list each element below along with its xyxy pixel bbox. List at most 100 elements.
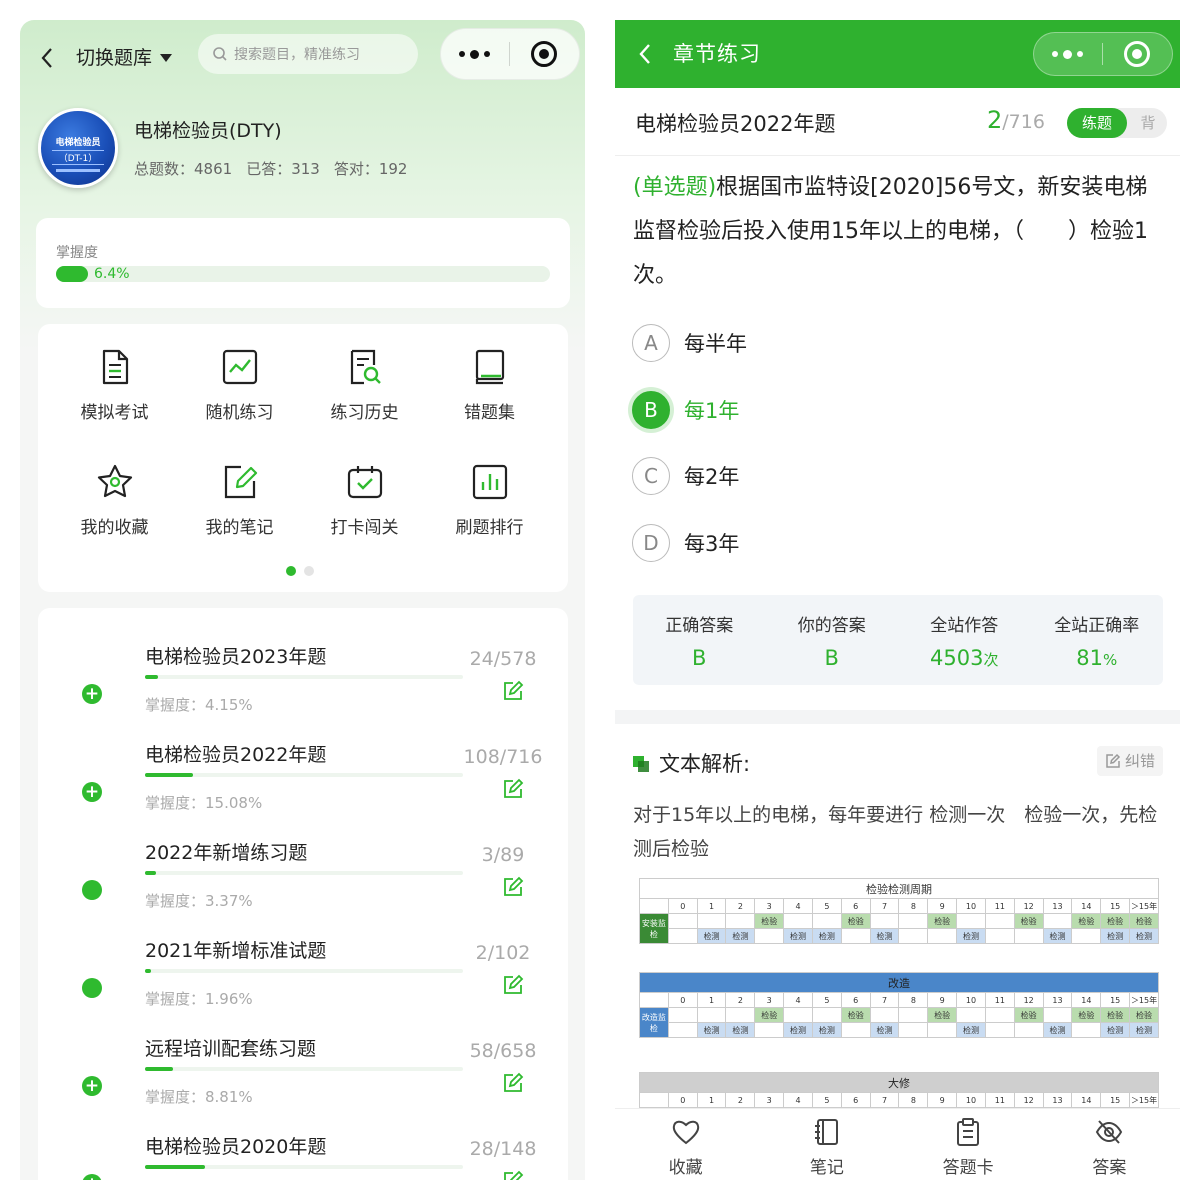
year-cell: 2 bbox=[725, 898, 756, 914]
page-title: 章节练习 bbox=[673, 42, 761, 66]
year-cell: 7 bbox=[869, 898, 900, 914]
inspection-cell: 检验 bbox=[1100, 1007, 1131, 1023]
total-count: /716 bbox=[1002, 111, 1045, 133]
option-a[interactable]: A 每半年 bbox=[632, 321, 1152, 365]
switch-library-button[interactable]: 切换题库 bbox=[76, 42, 173, 74]
search-input[interactable]: 搜索题目，精准练习 bbox=[198, 34, 418, 74]
notebook-icon bbox=[814, 1119, 838, 1145]
detection-cell: 检测 bbox=[1129, 1022, 1159, 1038]
bank-row[interactable]: + 远程培训配套练习题 掌握度：8.81% 58/658 bbox=[38, 1022, 568, 1120]
detection-cell bbox=[754, 1022, 785, 1038]
table-caption-text: 改造 bbox=[888, 976, 910, 990]
report-error-button[interactable]: 纠错 bbox=[1097, 746, 1163, 776]
logo-text-1: 电梯检验员 bbox=[55, 138, 101, 148]
miniprogram-capsule bbox=[440, 28, 580, 80]
detection-cell bbox=[898, 928, 929, 944]
grid-item-random-practice[interactable]: 随机练习 bbox=[177, 324, 302, 423]
bank-row[interactable]: + 电梯检验员2022年题 掌握度：15.08% 108/716 bbox=[38, 728, 568, 826]
question-progress[interactable]: 2/716 bbox=[987, 106, 1045, 134]
year-cell: 0 bbox=[667, 992, 698, 1008]
star-icon bbox=[97, 464, 132, 498]
more-icon[interactable] bbox=[1034, 49, 1102, 59]
bar-chart-icon bbox=[472, 464, 507, 500]
bank-progress bbox=[145, 1067, 463, 1071]
grid-item-notes[interactable]: 我的笔记 bbox=[177, 439, 302, 538]
calendar-check-icon bbox=[347, 466, 382, 499]
detection-cell bbox=[1071, 1022, 1102, 1038]
table-corner bbox=[639, 992, 669, 1008]
pager-dot-active bbox=[286, 566, 296, 576]
mode-toggle[interactable]: 练题 背 bbox=[1067, 108, 1167, 138]
option-d[interactable]: D 每3年 bbox=[632, 521, 1152, 565]
bank-title: 电梯检验员2023年题 bbox=[145, 646, 327, 668]
bank-progress-fill bbox=[145, 1067, 174, 1071]
mode-memorize[interactable]: 背 bbox=[1129, 108, 1167, 138]
bank-title: 远程培训配套练习题 bbox=[145, 1038, 317, 1060]
stat-label: 全站作答 bbox=[930, 616, 999, 636]
bank-row[interactable]: + 电梯检验员2023年题 掌握度：4.15% 24/578 bbox=[38, 630, 568, 728]
grid-item-mock-exam[interactable]: 模拟考试 bbox=[52, 324, 177, 423]
edit-icon[interactable] bbox=[502, 778, 524, 800]
year-cell: 14 bbox=[1071, 898, 1102, 914]
back-icon[interactable] bbox=[36, 44, 60, 72]
library-header: 电梯检验员 （DT-1） 电梯检验员(DTY) 总题数：4861 已答：313 … bbox=[38, 108, 578, 198]
inspection-cell bbox=[667, 913, 698, 929]
option-b[interactable]: B 每1年 bbox=[632, 388, 1152, 432]
detection-cell bbox=[840, 1022, 871, 1038]
grid-item-favorites[interactable]: 我的收藏 bbox=[52, 439, 177, 538]
target-icon bbox=[531, 41, 558, 67]
back-icon[interactable] bbox=[635, 40, 655, 68]
mode-practice[interactable]: 练题 bbox=[1067, 108, 1127, 138]
more-icon[interactable] bbox=[441, 49, 509, 59]
close-miniprogram-button[interactable] bbox=[1103, 41, 1173, 67]
stat-value: 81% bbox=[1031, 646, 1164, 670]
year-cell: 1 bbox=[696, 898, 727, 914]
add-circle-icon[interactable]: + bbox=[82, 1174, 102, 1180]
detection-cell: 检测 bbox=[783, 1022, 813, 1038]
grid-label: 打卡闯关 bbox=[330, 518, 399, 538]
inspection-cell bbox=[696, 1007, 727, 1023]
question-header: 电梯检验员2022年题 2/716 练题 背 bbox=[615, 88, 1180, 156]
year-cell: 9 bbox=[927, 1092, 958, 1108]
edit-icon[interactable] bbox=[502, 974, 524, 996]
bank-row[interactable]: + 电梯检验员2020年题 28/148 bbox=[38, 1120, 568, 1180]
bank-progress-fill bbox=[145, 871, 156, 875]
notes-button[interactable]: 笔记 bbox=[756, 1109, 897, 1180]
add-circle-icon[interactable]: + bbox=[82, 1076, 102, 1096]
analysis-text: 对于15年以上的电梯，每年要进行 检测一次 检验一次，先检测后检验 bbox=[633, 804, 1158, 860]
table-caption: 大修 bbox=[639, 1072, 1159, 1093]
edit-icon[interactable] bbox=[502, 1170, 524, 1180]
stat-correct-answer: 正确答案 B bbox=[633, 595, 766, 685]
year-cell: 1 bbox=[696, 992, 727, 1008]
grid-item-checkin[interactable]: 打卡闯关 bbox=[302, 439, 427, 538]
bank-count: 24/578 bbox=[469, 648, 537, 670]
close-miniprogram-button[interactable] bbox=[510, 41, 580, 67]
practice-screen: 章节练习 电梯检验员2022年题 2/716 练题 背 (单选题)根据国市监特设… bbox=[615, 20, 1180, 1180]
grid-item-wrong-questions[interactable]: 错题集 bbox=[427, 324, 552, 423]
edit-icon[interactable] bbox=[502, 680, 524, 702]
favorite-button[interactable]: 收藏 bbox=[615, 1109, 756, 1180]
show-answer-button[interactable]: 答案 bbox=[1039, 1109, 1180, 1180]
bank-row[interactable]: 2022年新增练习题 掌握度：3.37% 3/89 bbox=[38, 826, 568, 924]
add-circle-icon[interactable]: + bbox=[82, 782, 102, 802]
grid-item-practice-history[interactable]: 练习历史 bbox=[302, 324, 427, 423]
row-label: 安装监检 bbox=[639, 913, 669, 944]
table-caption-text: 大修 bbox=[888, 1076, 910, 1090]
option-key: D bbox=[632, 524, 670, 562]
edit-icon[interactable] bbox=[502, 1072, 524, 1094]
grid-pager[interactable] bbox=[286, 566, 314, 576]
year-cell: 7 bbox=[869, 992, 900, 1008]
bank-row[interactable]: 2021年新增标准试题 掌握度：1.96% 2/102 bbox=[38, 924, 568, 1022]
add-circle-icon[interactable]: + bbox=[82, 684, 102, 704]
inspection-cell: 检验 bbox=[1013, 913, 1044, 929]
year-cell: 6 bbox=[840, 1092, 871, 1108]
answer-sheet-button[interactable]: 答题卡 bbox=[898, 1109, 1039, 1180]
target-icon bbox=[1124, 41, 1151, 67]
edit-icon[interactable] bbox=[502, 876, 524, 898]
schedule-table-modify: 改造 0 1 2 3 4 5 6 7 8 9 10 11 12 13 14 15 ＞15年 改造监检 检验 检验 检验 检验… bbox=[639, 972, 1159, 1038]
grid-item-ranking[interactable]: 刷题排行 bbox=[427, 439, 552, 538]
year-cell: 15 bbox=[1100, 992, 1131, 1008]
option-c[interactable]: C 每2年 bbox=[632, 454, 1152, 498]
option-key: A bbox=[632, 324, 670, 362]
question-type: (单选题) bbox=[633, 175, 717, 200]
